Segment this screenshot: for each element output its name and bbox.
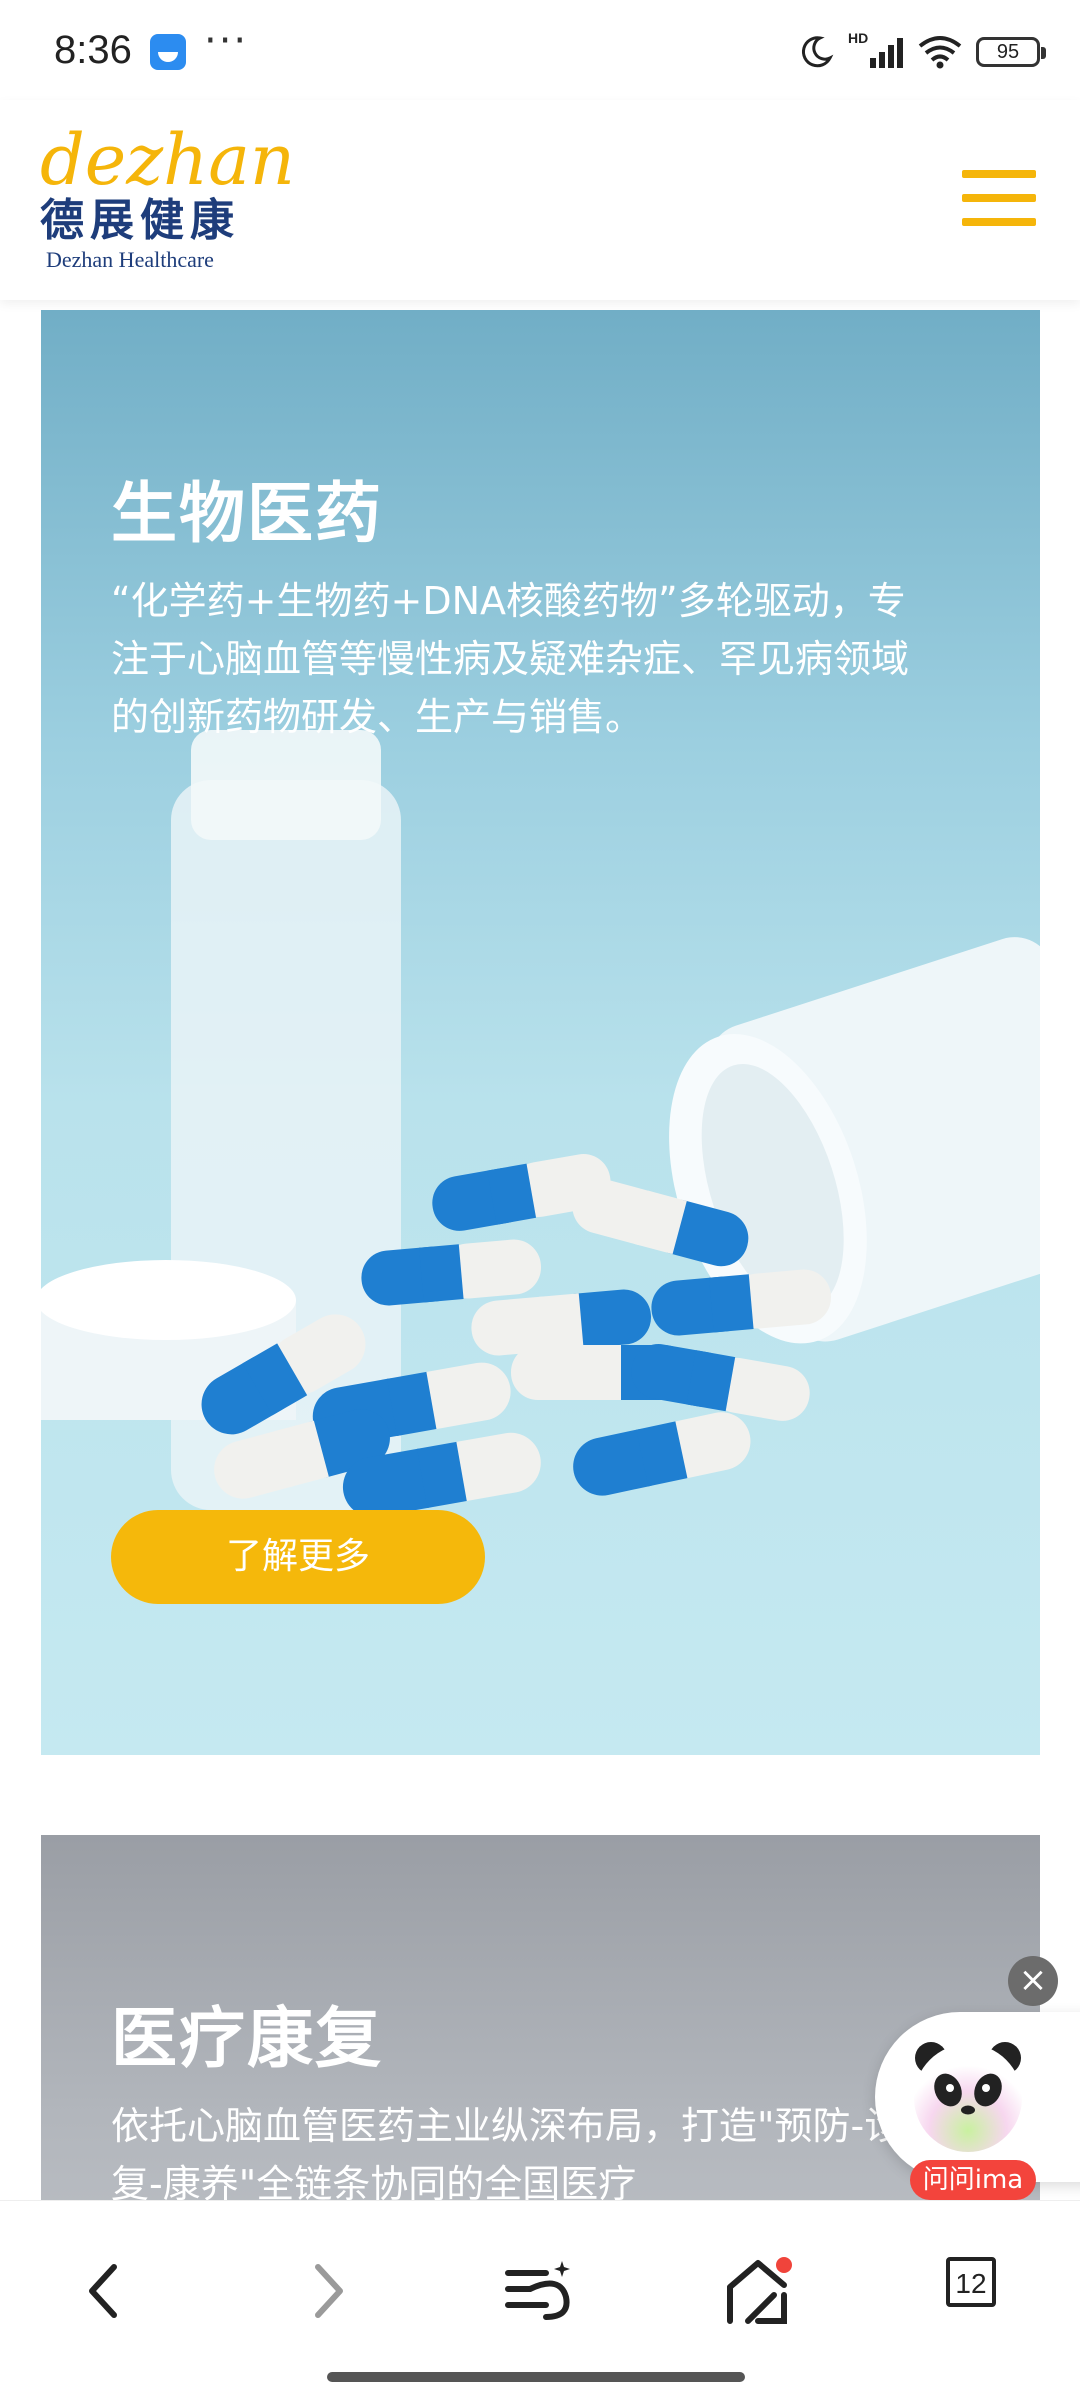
chevron-left-icon[interactable] [66, 2251, 146, 2331]
chevron-right-icon[interactable] [286, 2251, 366, 2331]
panda-icon [914, 2042, 1022, 2152]
biomedicine-card: 生物医药 “化学药+生物药+DNA核酸药物”多轮驱动，专注于心脑血管等慢性病及疑… [41, 310, 1040, 1755]
logo-script-text: dezhan [40, 119, 296, 201]
logo-english-name: Dezhan Healthcare [46, 247, 214, 272]
wifi-icon [918, 36, 962, 69]
tabs-count: 12 [946, 2257, 996, 2307]
status-bar: 8:36 ··· HD 95 [0, 0, 1080, 100]
close-assistant-icon[interactable]: × [1008, 1956, 1058, 2006]
home-icon[interactable] [718, 2251, 798, 2331]
site-header: dezhan 德展健康 Dezhan Healthcare [0, 100, 1080, 300]
more-notifications-icon: ··· [204, 18, 249, 64]
cellular-signal-icon: HD [848, 30, 904, 70]
ima-assistant-label[interactable]: 问问ima [910, 2160, 1036, 2200]
ima-assistant-button[interactable] [875, 2012, 1080, 2182]
dezhan-logo[interactable]: dezhan 德展健康 Dezhan Healthcare [40, 119, 296, 275]
do-not-disturb-moon-icon [801, 36, 834, 68]
card-description: “化学药+生物药+DNA核酸药物”多轮驱动，专注于心脑血管等慢性病及疑难杂症、罕… [111, 579, 910, 739]
app-notification-icon [150, 34, 186, 70]
status-icons: HD 95 [798, 30, 1046, 74]
ai-sparkle-icon[interactable] [500, 2251, 580, 2331]
home-indicator[interactable] [327, 2372, 745, 2382]
logo-chinese-name: 德展健康 [40, 195, 240, 246]
hamburger-menu-icon[interactable] [962, 170, 1036, 226]
card-title: 生物医药 [111, 475, 383, 552]
browser-bottom-nav: 12 [0, 2200, 1080, 2401]
status-time: 8:36 [54, 28, 132, 72]
tabs-button[interactable]: 12 [946, 2257, 1026, 2337]
network-type-label: HD [848, 30, 869, 46]
card-title: 医疗康复 [111, 2000, 383, 2077]
battery-icon: 95 [976, 37, 1046, 67]
learn-more-button[interactable]: 了解更多 [111, 1510, 485, 1604]
